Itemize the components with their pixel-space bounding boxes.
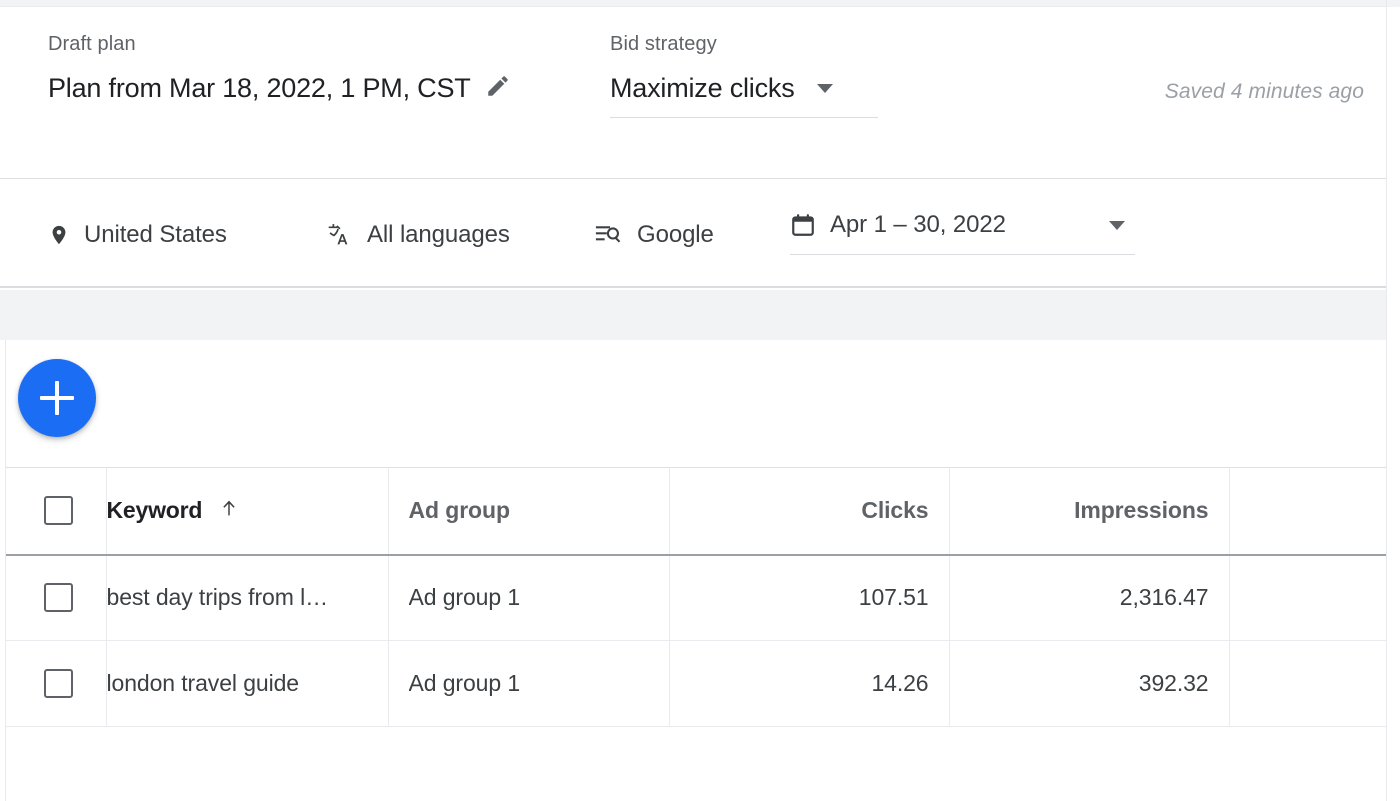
cell-impressions: 392.32 <box>949 640 1230 727</box>
saved-status: Saved 4 minutes ago <box>1164 80 1364 103</box>
bid-strategy-value: Maximize clicks <box>610 73 795 103</box>
cell-keyword: london travel guide <box>106 640 389 727</box>
arrow-up-icon <box>218 496 240 525</box>
add-keyword-button[interactable] <box>18 359 96 437</box>
cell-ad-group: Ad group 1 <box>388 640 670 727</box>
plan-title-row: Plan from Mar 18, 2022, 1 PM, CST <box>48 71 511 105</box>
chevron-down-icon <box>816 83 833 93</box>
cell-clicks: 107.51 <box>669 554 950 641</box>
row-checkbox[interactable] <box>44 583 73 613</box>
cell-impressions-text: 392.32 <box>1138 670 1209 696</box>
column-header-clicks[interactable]: Clicks <box>669 467 950 556</box>
filter-language-label: All languages <box>367 221 510 248</box>
filter-location-label: United States <box>84 221 227 248</box>
draft-plan-label: Draft plan <box>48 33 136 55</box>
right-scroll-gutter[interactable] <box>1386 0 1400 801</box>
column-header-ad-group-label: Ad group <box>408 497 511 524</box>
table-body: best day trips from l… Ad group 1 107.51… <box>6 554 1387 727</box>
cell-impressions-text: 2,316.47 <box>1119 584 1209 611</box>
bid-strategy-select[interactable]: Maximize clicks <box>610 71 878 118</box>
cell-keyword: best day trips from l… <box>106 554 389 641</box>
plan-header: Draft plan Plan from Mar 18, 2022, 1 PM,… <box>0 7 1386 179</box>
location-pin-icon <box>48 222 70 248</box>
column-header-impressions-label: Impressions <box>1074 497 1209 524</box>
filter-network-label: Google <box>637 221 714 248</box>
cell-clicks-text: 14.26 <box>871 670 929 696</box>
table-head: Keyword Ad group Clicks Impressions <box>6 467 1387 556</box>
column-header-keyword[interactable]: Keyword <box>106 467 389 556</box>
cell-impressions: 2,316.47 <box>949 554 1230 641</box>
table-row[interactable]: best day trips from l… Ad group 1 107.51… <box>6 554 1387 641</box>
cell-ad-group: Ad group 1 <box>388 554 670 641</box>
filter-date-label: Apr 1 – 30, 2022 <box>830 211 1006 238</box>
cell-clicks-text: 107.51 <box>858 584 929 611</box>
plus-icon <box>40 381 74 415</box>
cell-keyword-text: best day trips from l… <box>106 584 329 611</box>
app-page: Draft plan Plan from Mar 18, 2022, 1 PM,… <box>0 0 1400 801</box>
filter-location[interactable]: United States <box>48 218 227 252</box>
chevron-down-icon <box>1109 220 1125 230</box>
row-checkbox[interactable] <box>44 669 73 698</box>
filter-date-range[interactable]: Apr 1 – 30, 2022 <box>790 210 1135 255</box>
select-all-cell <box>6 467 107 556</box>
keywords-table: Keyword Ad group Clicks Impressions best… <box>6 467 1387 727</box>
keywords-card: Keyword Ad group Clicks Impressions best… <box>5 340 1387 801</box>
cell-extra <box>1229 554 1387 641</box>
row-select-cell <box>6 554 107 641</box>
table-row[interactable]: london travel guide Ad group 1 14.26 392… <box>6 640 1387 727</box>
select-all-checkbox[interactable] <box>44 496 73 526</box>
right-gutter-top <box>1387 0 1400 7</box>
column-header-impressions[interactable]: Impressions <box>949 467 1230 556</box>
table-header-row: Keyword Ad group Clicks Impressions <box>6 467 1387 556</box>
translate-icon <box>325 222 353 248</box>
column-header-ad-group[interactable]: Ad group <box>388 467 670 556</box>
content-gap-band <box>0 290 1386 340</box>
column-header-clicks-label: Clicks <box>861 497 929 524</box>
cell-clicks: 14.26 <box>669 640 950 727</box>
bid-strategy-field: Bid strategy Maximize clicks <box>610 31 878 118</box>
plan-title: Plan from Mar 18, 2022, 1 PM, CST <box>48 73 471 103</box>
draft-plan-field: Draft plan Plan from Mar 18, 2022, 1 PM,… <box>48 31 511 105</box>
column-header-keyword-label: Keyword <box>106 497 203 524</box>
cell-ad-group-text: Ad group 1 <box>408 584 521 611</box>
filter-network[interactable]: Google <box>595 218 714 252</box>
calendar-icon <box>790 212 816 238</box>
filter-language[interactable]: All languages <box>325 218 510 252</box>
bid-strategy-label: Bid strategy <box>610 33 717 55</box>
cell-ad-group-text: Ad group 1 <box>408 670 521 696</box>
filter-bar: United States All languages Google Apr 1… <box>0 180 1386 288</box>
window-top-strip <box>0 0 1400 7</box>
column-header-extra <box>1229 467 1387 556</box>
cell-keyword-text: london travel guide <box>106 670 300 696</box>
pencil-icon[interactable] <box>485 73 511 104</box>
row-select-cell <box>6 640 107 727</box>
cell-extra <box>1229 640 1387 727</box>
search-network-icon <box>595 223 623 247</box>
